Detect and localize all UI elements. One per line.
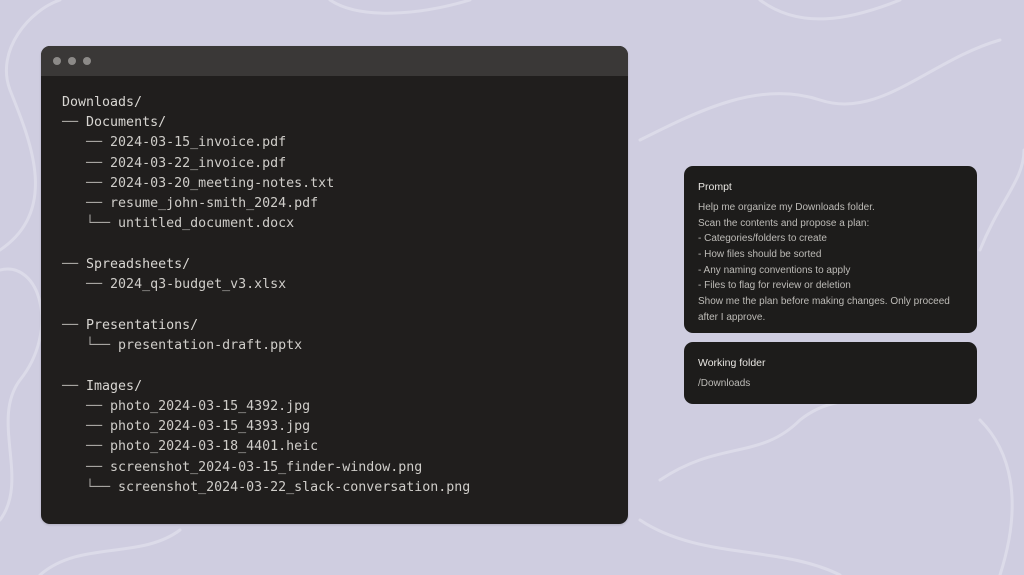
tree-branch-glyph: ── bbox=[62, 135, 111, 151]
tree-branch-glyph: ── bbox=[62, 175, 111, 191]
file-name: presentation-draft.pptx bbox=[118, 338, 303, 354]
working-folder-card: Working folder /Downloads bbox=[684, 342, 977, 404]
tree-folder-row[interactable]: ── Presentations/ bbox=[62, 316, 470, 336]
folder-name: Presentations/ bbox=[86, 317, 199, 333]
terminal-titlebar bbox=[41, 46, 628, 76]
window-minimize-dot[interactable] bbox=[68, 57, 76, 65]
tree-folder-row[interactable]: ── Images/ bbox=[62, 377, 470, 397]
prompt-card-body: Help me organize my Downloads folder. Sc… bbox=[698, 200, 965, 326]
prompt-line: - Files to flag for review or deletion bbox=[698, 280, 851, 292]
tree-branch-glyph: └── bbox=[62, 479, 119, 495]
tree-file-row[interactable]: ── photo_2024-03-15_4393.jpg bbox=[62, 417, 470, 437]
tree-branch-glyph: ── bbox=[62, 277, 111, 293]
tree-branch-glyph: ── bbox=[62, 317, 87, 333]
tree-branch-glyph: ── bbox=[62, 378, 87, 394]
prompt-line: after I approve. bbox=[698, 311, 766, 323]
prompt-line: Scan the contents and propose a plan: bbox=[698, 217, 870, 229]
tree-branch-glyph: └── bbox=[62, 338, 119, 354]
tree-branch-glyph: ── bbox=[62, 115, 87, 131]
file-tree: Downloads/ ── Documents/ ── 2024-03-15_in… bbox=[62, 93, 470, 498]
tree-branch-glyph: ── bbox=[62, 439, 111, 455]
tree-branch-glyph: ── bbox=[62, 195, 111, 211]
file-name: 2024-03-20_meeting-notes.txt bbox=[110, 175, 335, 191]
tree-branch-glyph: ── bbox=[62, 419, 111, 435]
tree-branch-glyph: ── bbox=[62, 155, 111, 171]
prompt-line: Help me organize my Downloads folder. bbox=[698, 202, 875, 213]
tree-file-row[interactable]: └── screenshot_2024-03-22_slack-conversa… bbox=[62, 478, 470, 498]
tree-file-row[interactable]: ── screenshot_2024-03-15_finder-window.p… bbox=[62, 458, 470, 478]
tree-branch-glyph: ── bbox=[62, 459, 111, 475]
folder-name: Images/ bbox=[86, 378, 143, 394]
folder-name: Documents/ bbox=[86, 115, 167, 131]
tree-file-row[interactable]: ── 2024-03-15_invoice.pdf bbox=[62, 133, 470, 153]
tree-file-row[interactable]: ── resume_john-smith_2024.pdf bbox=[62, 194, 470, 214]
tree-folder-row[interactable]: ── Spreadsheets/ bbox=[62, 255, 470, 275]
prompt-card-title: Prompt bbox=[698, 181, 732, 193]
prompt-card: Prompt Help me organize my Downloads fol… bbox=[684, 166, 977, 333]
file-name: resume_john-smith_2024.pdf bbox=[110, 195, 319, 211]
tree-file-row[interactable]: ── 2024-03-22_invoice.pdf bbox=[62, 154, 470, 174]
file-name: 2024-03-22_invoice.pdf bbox=[110, 155, 287, 171]
working-folder-path: /Downloads bbox=[698, 378, 751, 389]
tree-branch-glyph: ── bbox=[62, 399, 111, 415]
file-name: screenshot_2024-03-15_finder-window.png bbox=[110, 459, 423, 475]
tree-file-row[interactable]: ── 2024-03-20_meeting-notes.txt bbox=[62, 174, 470, 194]
file-name: untitled_document.docx bbox=[118, 216, 295, 232]
file-name: 2024-03-15_invoice.pdf bbox=[110, 135, 287, 151]
window-close-dot[interactable] bbox=[53, 57, 61, 65]
terminal-window: Downloads/ ── Documents/ ── 2024-03-15_in… bbox=[41, 46, 628, 524]
prompt-line: - How files should be sorted bbox=[698, 249, 822, 261]
tree-folder-row[interactable]: Downloads/ bbox=[62, 93, 470, 113]
tree-branch-glyph: ── bbox=[62, 256, 87, 272]
file-name: screenshot_2024-03-22_slack-conversation… bbox=[118, 479, 471, 495]
window-maximize-dot[interactable] bbox=[83, 57, 91, 65]
tree-file-row[interactable]: └── untitled_document.docx bbox=[62, 214, 470, 234]
prompt-line: - Categories/folders to create bbox=[698, 233, 827, 245]
file-name: photo_2024-03-18_4401.heic bbox=[110, 439, 319, 455]
tree-file-row[interactable]: ── photo_2024-03-15_4392.jpg bbox=[62, 397, 470, 417]
file-name: 2024_q3-budget_v3.xlsx bbox=[110, 277, 287, 293]
tree-file-row[interactable]: ── photo_2024-03-18_4401.heic bbox=[62, 437, 470, 457]
working-folder-body: /Downloads bbox=[698, 376, 965, 392]
folder-name: Downloads/ bbox=[62, 95, 143, 110]
tree-file-row[interactable]: └── presentation-draft.pptx bbox=[62, 336, 470, 356]
working-folder-title: Working folder bbox=[698, 357, 766, 369]
file-name: photo_2024-03-15_4392.jpg bbox=[110, 399, 311, 415]
tree-folder-row[interactable]: ── Documents/ bbox=[62, 113, 470, 133]
tree-file-row[interactable]: ── 2024_q3-budget_v3.xlsx bbox=[62, 275, 470, 295]
folder-name: Spreadsheets/ bbox=[86, 256, 191, 272]
tree-branch-glyph: └── bbox=[62, 216, 119, 232]
prompt-line: - Any naming conventions to apply bbox=[698, 264, 851, 276]
file-name: photo_2024-03-15_4393.jpg bbox=[110, 419, 311, 435]
prompt-line: Show me the plan before making changes. … bbox=[698, 296, 950, 308]
